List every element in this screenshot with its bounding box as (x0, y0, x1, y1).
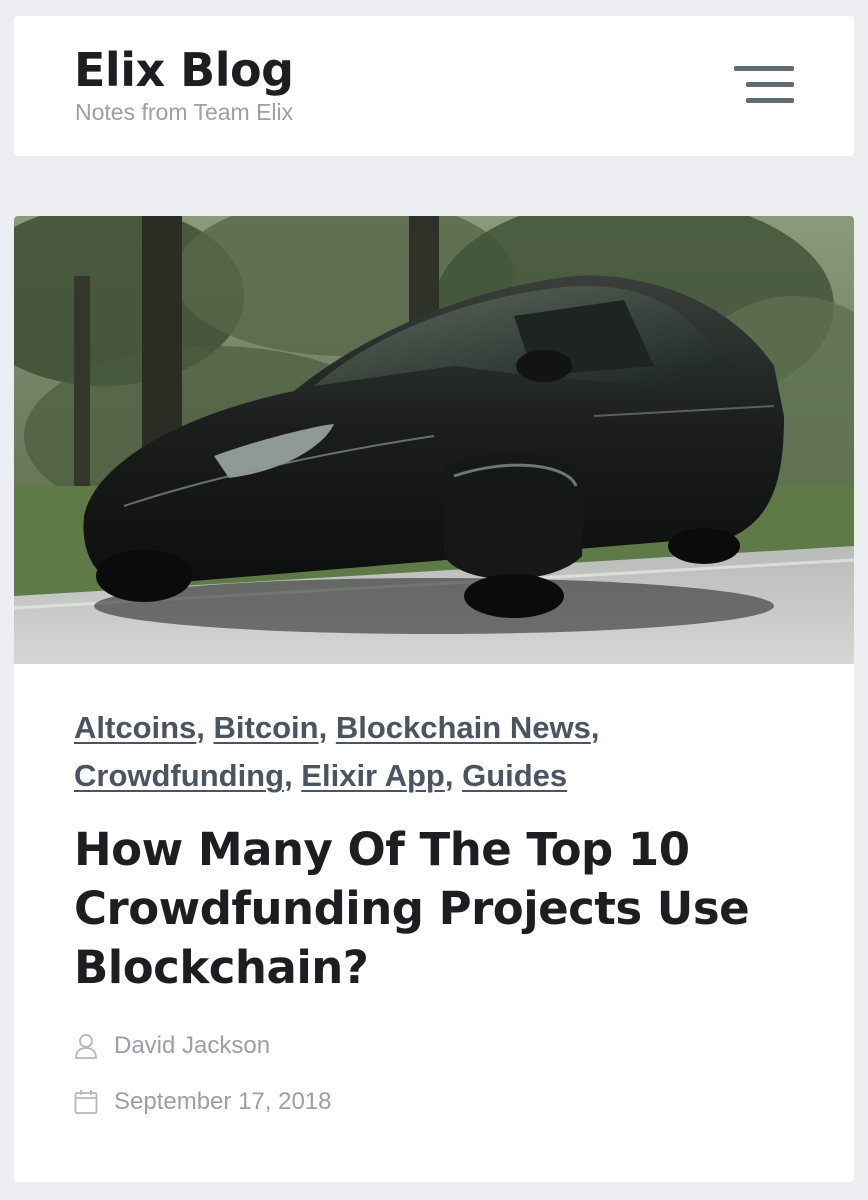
site-title[interactable]: Elix Blog (74, 42, 294, 98)
category-link-guides[interactable]: Guides (462, 758, 567, 793)
post-date-text[interactable]: September 17, 2018 (114, 1088, 332, 1116)
post-card: Altcoins, Bitcoin, Blockchain News, Crow… (14, 216, 854, 1182)
category-link-bitcoin[interactable]: Bitcoin (214, 710, 319, 745)
user-icon (75, 1034, 97, 1059)
post-title[interactable]: How Many Of The Top 10 Crowdfunding Proj… (74, 820, 794, 997)
category-link-crowdfunding[interactable]: Crowdfunding (74, 758, 284, 793)
calendar-icon (74, 1090, 98, 1114)
category-separator: , (196, 710, 214, 745)
category-separator: , (444, 758, 463, 793)
category-link-elixir-app[interactable]: Elixir App (301, 758, 445, 793)
category-separator: , (318, 710, 336, 745)
menu-button[interactable] (730, 60, 800, 112)
category-link-blockchain-news[interactable]: Blockchain News (336, 710, 591, 745)
post-categories: Altcoins, Bitcoin, Blockchain News, Crow… (74, 704, 794, 800)
author-name[interactable]: David Jackson (114, 1032, 270, 1060)
category-link-altcoins[interactable]: Altcoins (74, 710, 196, 745)
category-separator: , (590, 710, 600, 745)
post-date: September 17, 2018 (74, 1088, 332, 1116)
category-separator: , (284, 758, 302, 793)
site-tagline: Notes from Team Elix (75, 99, 294, 125)
site-header: Elix Blog Notes from Team Elix (14, 16, 854, 156)
featured-image[interactable] (14, 216, 854, 664)
post-author: David Jackson (74, 1032, 270, 1060)
hamburger-menu-icon (734, 66, 794, 103)
